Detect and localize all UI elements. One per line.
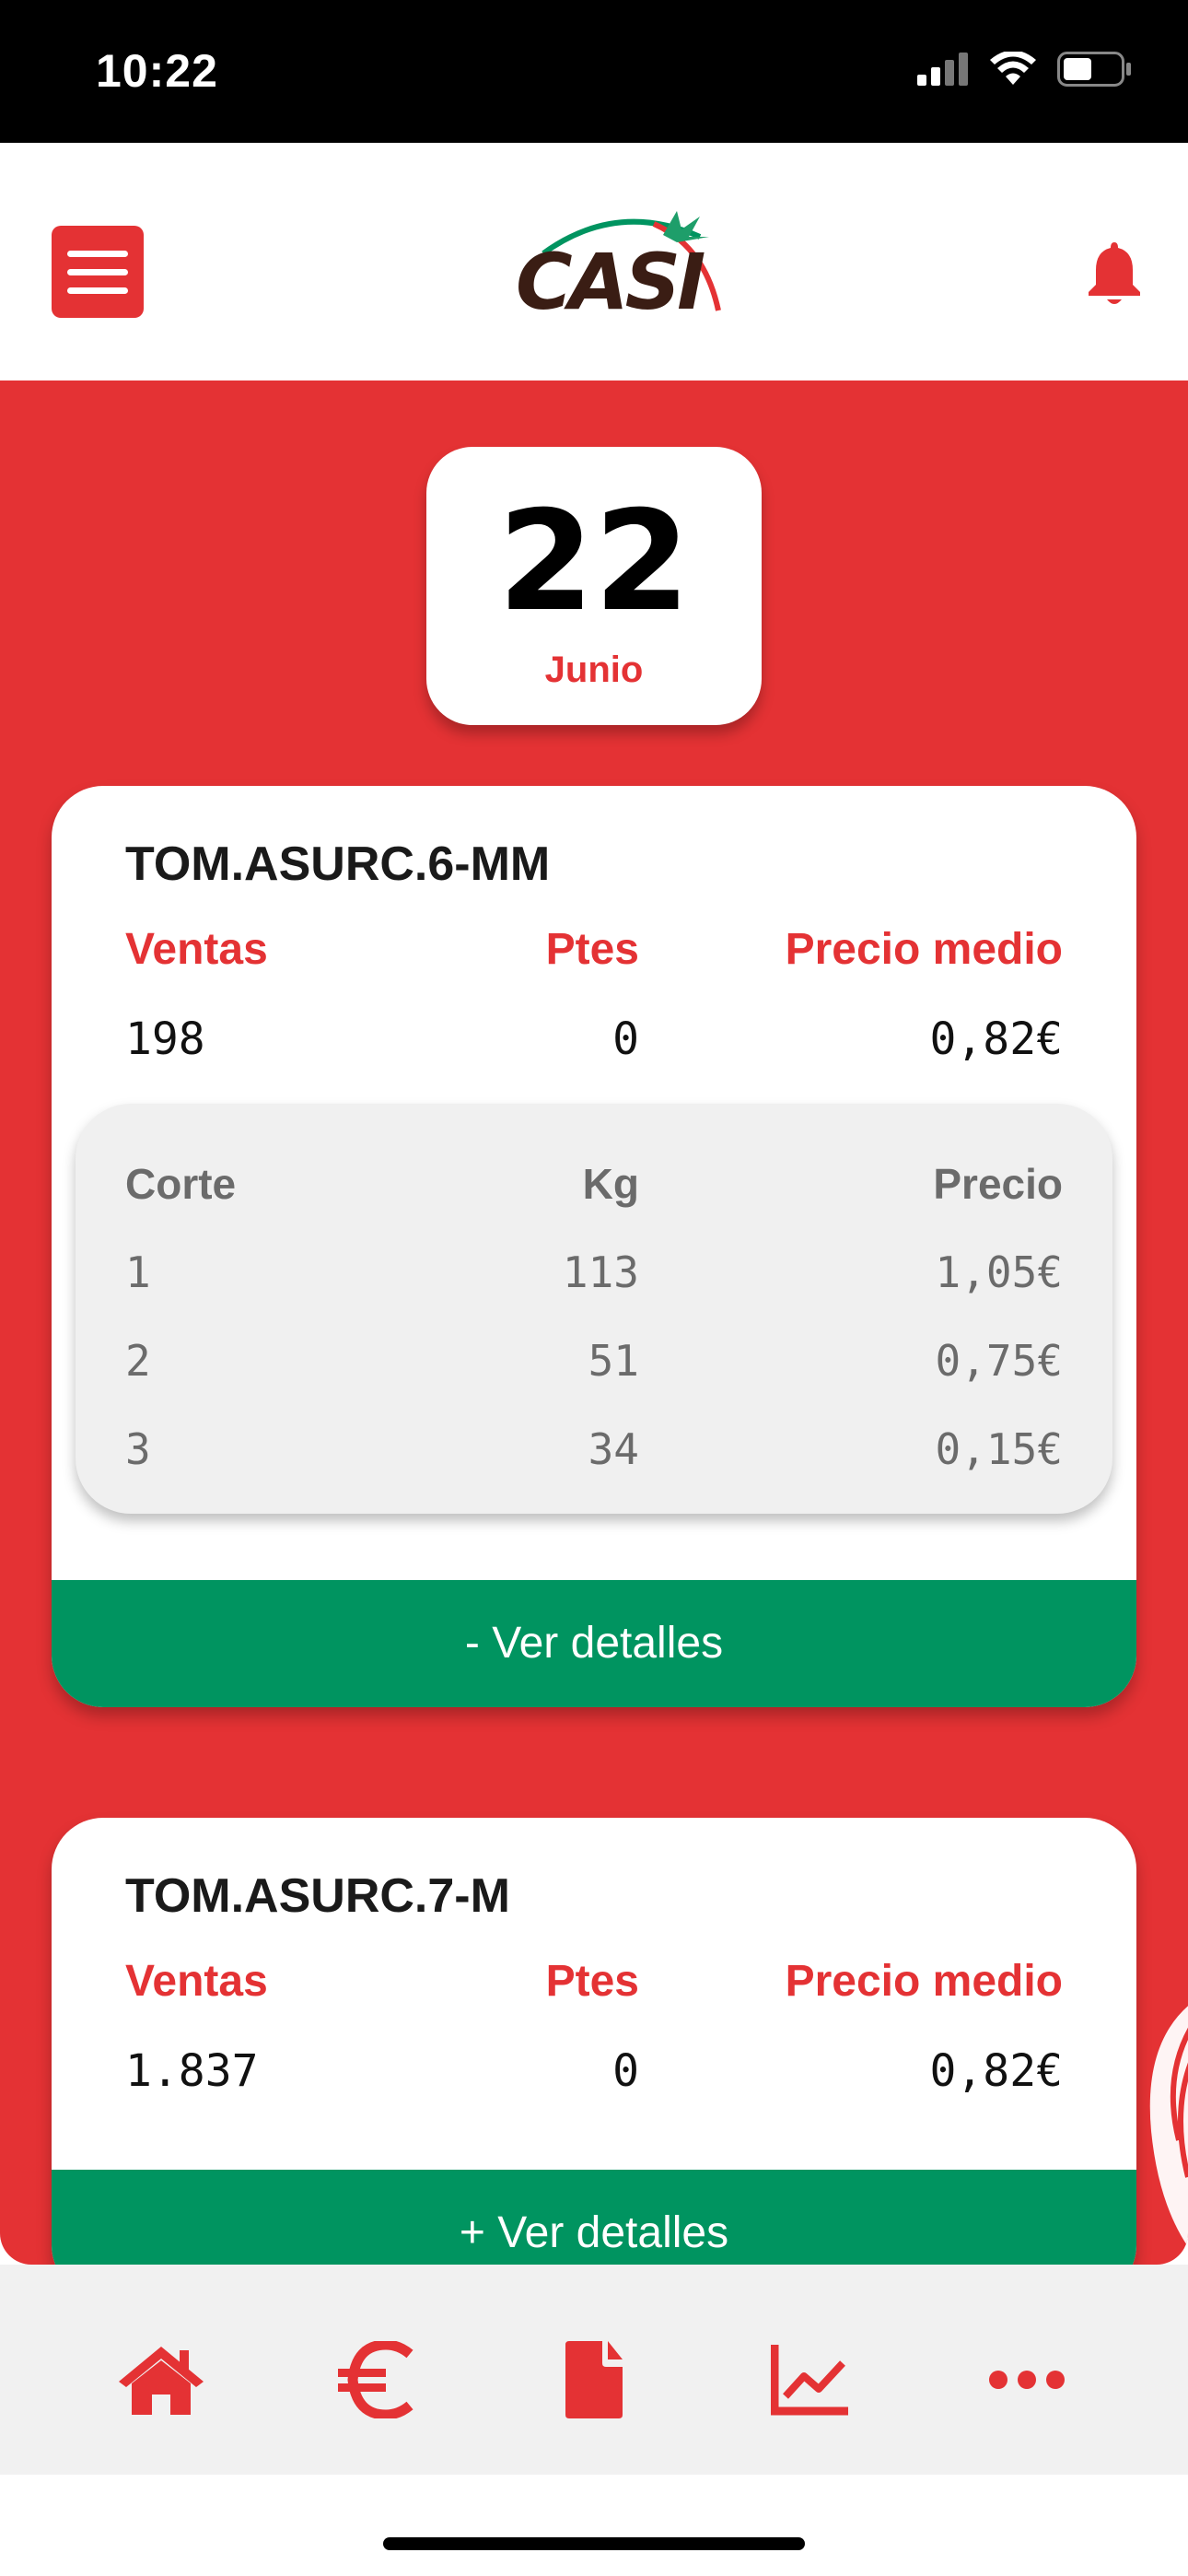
product-card: TOM.ASURC.6-MM Ventas Ptes Precio medio … [52,786,1136,1707]
home-icon [119,2347,204,2415]
table-row: 2 51 0,75€ [125,1336,1063,1391]
table-row: 3 34 0,15€ [125,1424,1063,1480]
casi-logo: CASI [516,209,728,329]
pending-header: Ptes [545,925,639,974]
avg-price-value: 0,82€ [929,2045,1064,2097]
date-card: 22 Junio [426,447,762,725]
show-details-button[interactable]: + Ver detalles [52,2170,1136,2265]
price-value: 1,05€ [935,1247,1063,1297]
price-value: 0,15€ [935,1424,1063,1474]
product-name: TOM.ASURC.6-MM [125,837,551,891]
status-icons [917,52,1133,87]
breakdown-header-row: Corte Kg Precio [125,1159,1063,1214]
summary-values-row: 198 0 0,82€ [125,1013,1063,1069]
status-time: 10:22 [96,45,218,97]
document-icon [565,2341,623,2418]
product-name: TOM.ASURC.7-M [125,1869,510,1923]
hide-details-button[interactable]: - Ver detalles [52,1580,1136,1707]
main-content: 22 Junio TOM.ASURC.6-MM Ventas Ptes Prec… [0,381,1188,2265]
kg-value: 113 [562,1247,639,1297]
product-card: TOM.ASURC.7-M Ventas Ptes Precio medio 1… [52,1818,1136,2265]
menu-icon-bar [67,287,128,294]
kg-value: 34 [588,1424,639,1474]
chart-line-icon [771,2345,848,2416]
tomato-leaf-decoration [1149,2006,1188,2247]
tab-prices[interactable] [327,2338,428,2421]
pending-value: 0 [612,2045,639,2097]
app-header: CASI [0,143,1188,381]
notifications-button[interactable] [1085,240,1144,311]
cut-value: 3 [125,1424,151,1474]
avg-price-value: 0,82€ [929,1013,1064,1065]
tab-documents[interactable] [543,2338,645,2421]
wifi-icon [990,52,1036,85]
pending-value: 0 [612,1013,639,1065]
date-day: 22 [497,482,691,642]
cut-value: 1 [125,1247,151,1297]
sales-value: 1.837 [125,2045,259,2097]
date-month: Junio [544,650,644,690]
bell-icon [1089,242,1140,304]
sales-header: Ventas [125,925,268,974]
sales-header: Ventas [125,1957,268,2006]
tab-home[interactable] [111,2338,212,2421]
table-row: 1 113 1,05€ [125,1247,1063,1303]
cut-header: Corte [125,1160,237,1208]
status-bar: 10:22 [0,0,1188,143]
sales-value: 198 [125,1013,205,1065]
euro-icon [338,2341,413,2418]
bottom-tab-bar [0,2265,1188,2475]
logo-text: CASI [516,237,705,327]
signal-icon [917,53,968,86]
menu-icon-bar [67,250,128,257]
kg-value: 51 [588,1336,639,1386]
tab-statistics[interactable] [760,2338,861,2421]
menu-button[interactable] [52,226,144,318]
menu-icon-bar [67,268,128,275]
cut-breakdown-table: Corte Kg Precio 1 113 1,05€ 2 51 0,75€ 3… [76,1104,1112,1514]
cut-value: 2 [125,1336,151,1386]
kg-header: Kg [582,1160,639,1208]
battery-icon [1057,52,1131,87]
more-icon [989,2371,1065,2389]
avg-price-header: Precio medio [785,925,1063,974]
price-value: 0,75€ [935,1336,1063,1386]
summary-header-row: Ventas Ptes Precio medio [125,1956,1063,2011]
summary-header-row: Ventas Ptes Precio medio [125,924,1063,979]
avg-price-header: Precio medio [785,1957,1063,2006]
tab-more[interactable] [976,2338,1077,2421]
summary-values-row: 1.837 0 0,82€ [125,2045,1063,2101]
price-header: Precio [933,1160,1063,1208]
pending-header: Ptes [545,1957,639,2006]
home-indicator[interactable] [383,2537,805,2550]
